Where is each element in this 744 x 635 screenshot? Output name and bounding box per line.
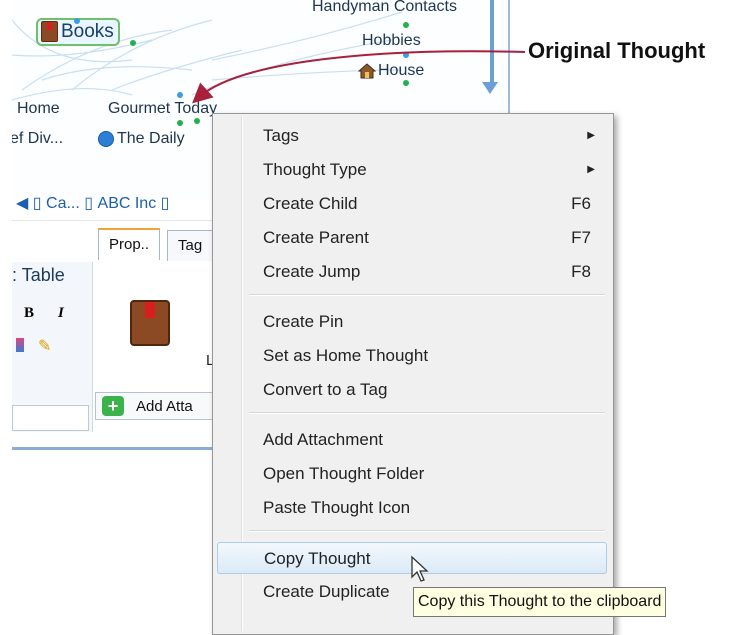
menu-item-convert-tag[interactable]: Convert to a Tag bbox=[217, 374, 607, 406]
menu-item-tags[interactable]: Tags ▶ bbox=[217, 120, 607, 152]
menu-item-label: Convert to a Tag bbox=[263, 380, 388, 399]
color-icon[interactable] bbox=[16, 338, 24, 352]
menu-item-label: Copy Thought bbox=[264, 549, 371, 568]
thought-icon[interactable] bbox=[130, 300, 170, 346]
link-dot bbox=[74, 18, 80, 24]
menu-item-add-attachment[interactable]: Add Attachment bbox=[217, 424, 607, 456]
back-arrow-icon[interactable]: ◀ bbox=[16, 195, 28, 212]
link-dot bbox=[403, 80, 409, 86]
menu-item-label: Open Thought Folder bbox=[263, 464, 425, 483]
link-dot bbox=[403, 22, 409, 28]
link-dot bbox=[194, 118, 200, 124]
submenu-arrow-icon: ▶ bbox=[587, 164, 595, 175]
menu-item-shortcut: F8 bbox=[571, 262, 591, 281]
tab-tags[interactable]: Tag bbox=[167, 230, 214, 261]
node-chef-div[interactable]: ef Div... bbox=[12, 130, 63, 148]
breadcrumb: ◀ ▯ Ca... ▯ ABC Inc ▯ bbox=[16, 195, 170, 212]
menu-item-set-home[interactable]: Set as Home Thought bbox=[217, 340, 607, 372]
menu-item-shortcut: F7 bbox=[571, 228, 591, 247]
node-house[interactable]: House bbox=[358, 62, 424, 80]
menu-item-label: Add Attachment bbox=[263, 430, 384, 449]
menu-item-label: Create Child bbox=[263, 194, 358, 213]
table-tab[interactable]: : Table bbox=[12, 265, 65, 286]
plus-icon: + bbox=[102, 396, 124, 416]
menu-item-label: Create Jump bbox=[263, 262, 361, 281]
scrollbar[interactable] bbox=[490, 0, 494, 88]
italic-button[interactable]: I bbox=[58, 305, 64, 322]
link-dot bbox=[177, 92, 183, 98]
add-attachment-button[interactable]: + Add Atta bbox=[95, 392, 225, 420]
menu-item-label: Tags bbox=[263, 126, 299, 145]
highlighter-icon[interactable]: ✎ bbox=[38, 336, 51, 356]
menu-separator bbox=[249, 294, 605, 296]
node-hobbies[interactable]: Hobbies bbox=[362, 32, 421, 50]
table-tab-label: Table bbox=[21, 265, 65, 285]
menu-item-create-jump[interactable]: Create Jump F8 bbox=[217, 256, 607, 288]
web-icon bbox=[98, 130, 114, 147]
link-dot bbox=[177, 120, 183, 126]
menu-item-label: Create Parent bbox=[263, 228, 369, 247]
node-home[interactable]: Home bbox=[17, 100, 60, 118]
menu-item-label: Thought Type bbox=[263, 160, 367, 179]
add-attachment-label: Add Atta bbox=[136, 398, 193, 415]
menu-item-label: Paste Thought Icon bbox=[263, 498, 411, 517]
node-house-label: House bbox=[378, 62, 425, 79]
menu-separator bbox=[249, 530, 605, 532]
menu-item-create-parent[interactable]: Create Parent F7 bbox=[217, 222, 607, 254]
node-daily[interactable]: The Daily bbox=[98, 130, 185, 148]
breadcrumb-item[interactable]: ABC Inc bbox=[98, 195, 157, 212]
node-gourmet[interactable]: Gourmet Today bbox=[108, 100, 217, 118]
bold-button[interactable]: B bbox=[24, 305, 34, 322]
menu-item-create-child[interactable]: Create Child F6 bbox=[217, 188, 607, 220]
menu-item-open-folder[interactable]: Open Thought Folder bbox=[217, 458, 607, 490]
node-books-label: Books bbox=[61, 21, 114, 42]
submenu-arrow-icon: ▶ bbox=[587, 130, 595, 141]
link-dot bbox=[403, 52, 409, 58]
scroll-down-arrow-icon[interactable] bbox=[482, 82, 498, 94]
menu-item-label: Set as Home Thought bbox=[263, 346, 429, 365]
tab-properties[interactable]: Prop.. bbox=[98, 228, 161, 260]
menu-item-thought-type[interactable]: Thought Type ▶ bbox=[217, 154, 607, 186]
book-icon bbox=[41, 21, 58, 43]
node-daily-label: The Daily bbox=[117, 130, 185, 147]
menu-separator bbox=[249, 412, 605, 414]
menu-item-label: Create Duplicate bbox=[263, 582, 390, 601]
annotation-label: Original Thought bbox=[528, 38, 706, 63]
menu-item-create-pin[interactable]: Create Pin bbox=[217, 306, 607, 338]
breadcrumb-item[interactable]: Ca... bbox=[46, 195, 80, 212]
mouse-cursor-icon bbox=[411, 555, 429, 582]
tooltip: Copy this Thought to the clipboard bbox=[413, 587, 667, 617]
house-icon bbox=[358, 63, 376, 79]
link-dot bbox=[130, 40, 136, 46]
menu-item-label: Create Pin bbox=[263, 312, 344, 331]
menu-item-shortcut: F6 bbox=[571, 194, 591, 213]
node-handyman[interactable]: Handyman Contacts bbox=[312, 0, 457, 16]
menu-item-paste-icon[interactable]: Paste Thought Icon bbox=[217, 492, 607, 524]
size-spinner[interactable] bbox=[12, 405, 89, 431]
